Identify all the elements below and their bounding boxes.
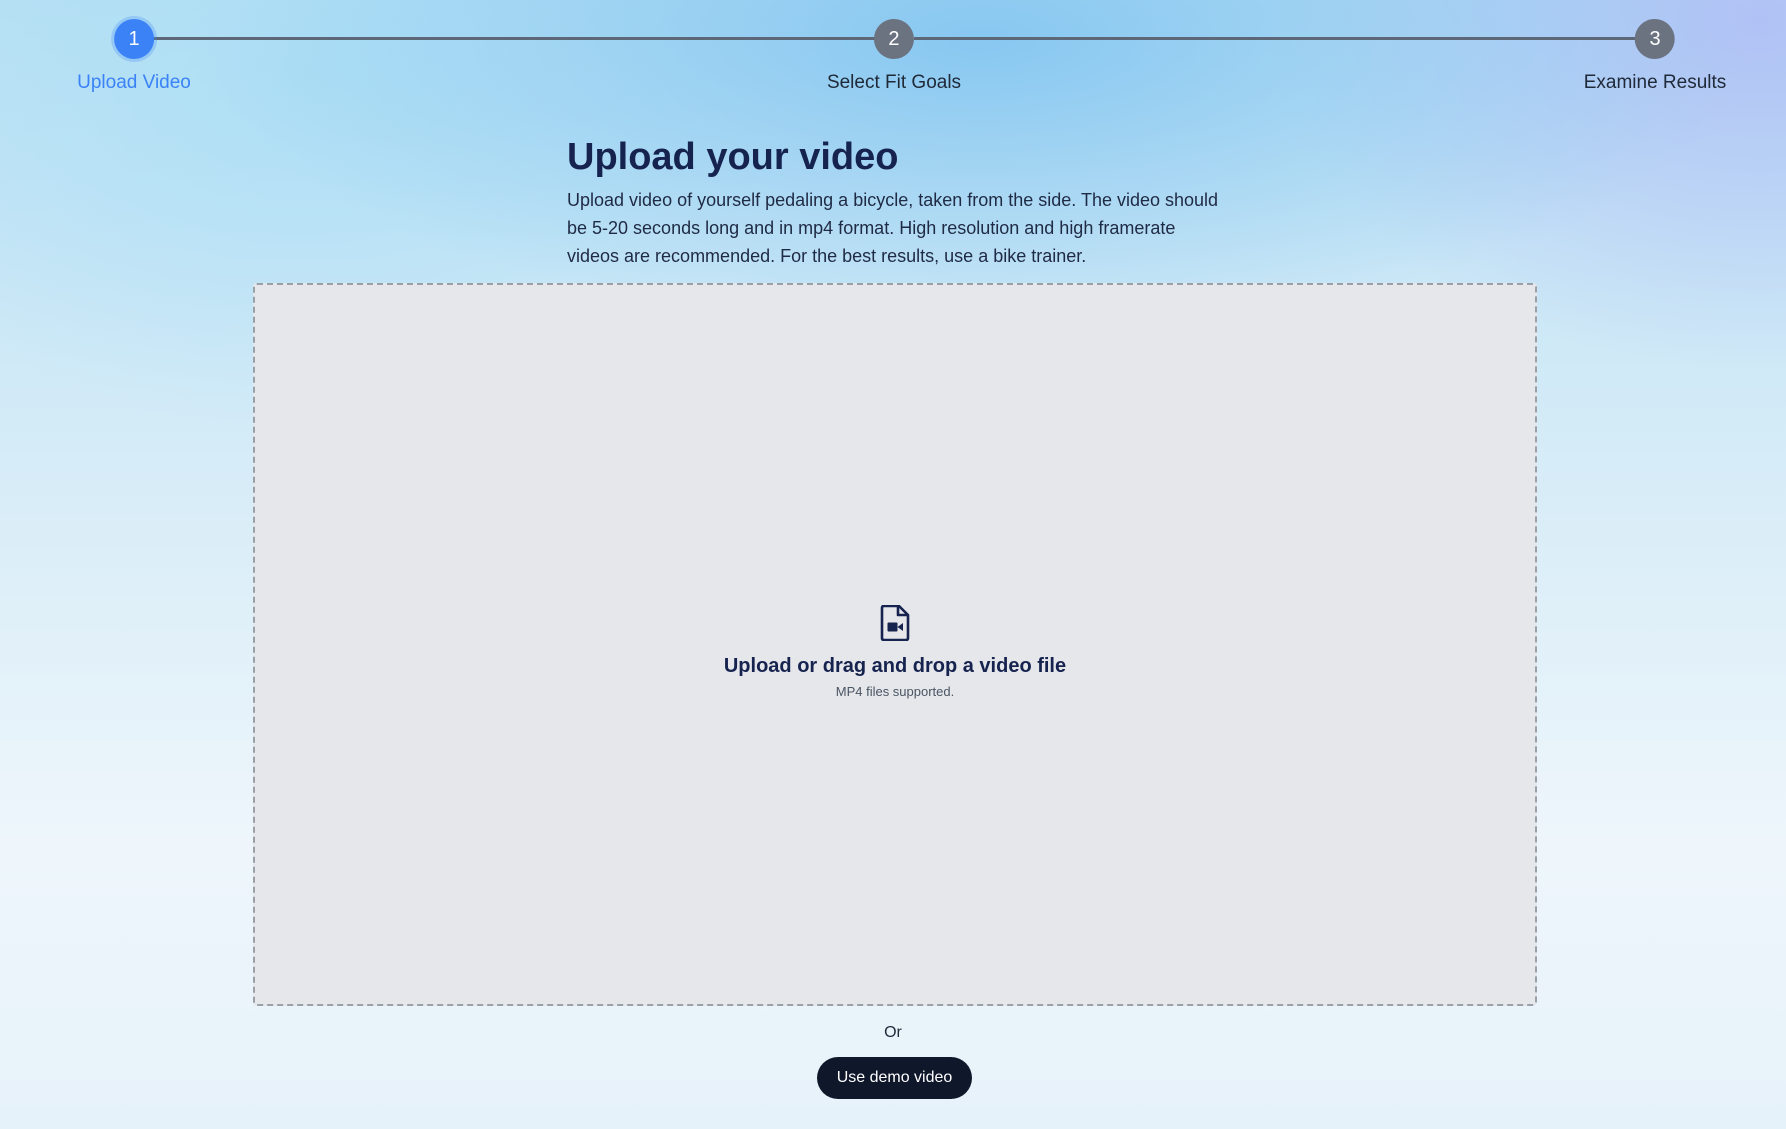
step-upload-video[interactable]: 1 Upload Video: [77, 19, 191, 94]
step-label: Select Fit Goals: [826, 72, 962, 93]
video-file-icon: [880, 604, 910, 641]
use-demo-video-button[interactable]: Use demo video: [817, 1057, 972, 1099]
dropzone-subtitle: MP4 files supported.: [835, 683, 955, 699]
step-examine-results[interactable]: 3 Examine Results: [1583, 19, 1727, 94]
page-title: Upload your video: [567, 136, 899, 178]
step-number-badge: 1: [114, 19, 154, 59]
step-number-badge: 3: [1635, 19, 1675, 59]
stepper-connector-1-2: [134, 37, 894, 40]
progress-stepper: 1 Upload Video 2 Select Fit Goals 3 Exam…: [0, 0, 1786, 110]
step-number-badge: 2: [873, 19, 914, 59]
or-divider-text: Or: [884, 1024, 902, 1041]
stepper-connector-2-3: [914, 37, 1656, 40]
step-label: Examine Results: [1583, 72, 1727, 93]
step-label: Upload Video: [77, 72, 191, 93]
upload-instructions: Upload video of yourself pedaling a bicy…: [567, 190, 1219, 266]
dropzone-title: Upload or drag and drop a video file: [723, 654, 1067, 677]
step-select-fit-goals[interactable]: 2 Select Fit Goals: [827, 19, 961, 94]
video-dropzone[interactable]: Upload or drag and drop a video file MP4…: [253, 283, 1537, 1006]
upload-intro: Upload your video Upload video of yourse…: [567, 134, 1227, 270]
